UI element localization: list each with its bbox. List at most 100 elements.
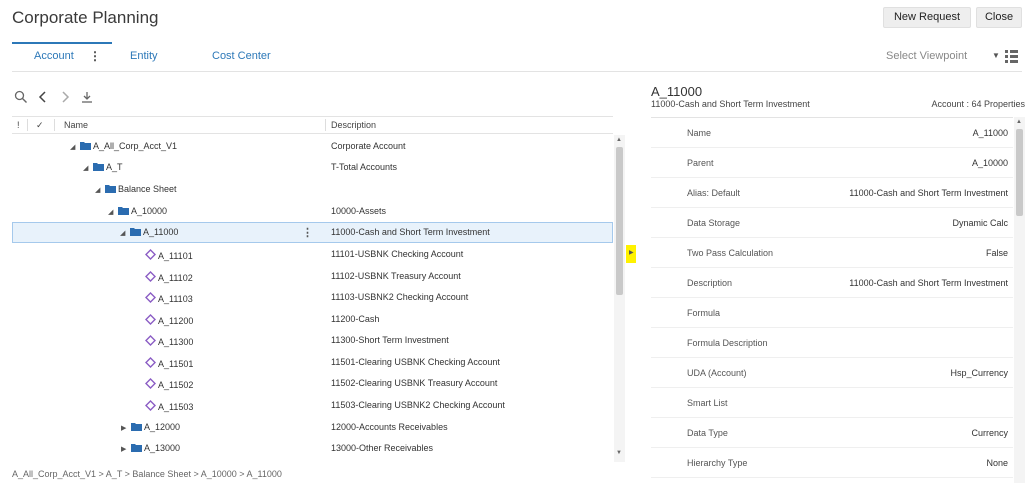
table-row[interactable]: A_11101 11101-USBNK Checking Account — [12, 244, 613, 265]
row-description: T-Total Accounts — [331, 162, 398, 172]
property-row[interactable]: Hierarchy Type None — [651, 448, 1013, 478]
property-row[interactable]: Parent A_10000 — [651, 148, 1013, 178]
chevron-right-icon[interactable]: ▶ — [629, 249, 634, 256]
table-row[interactable]: A_11300 11300-Short Term Investment — [12, 330, 613, 351]
column-divider — [54, 119, 55, 131]
tab-account[interactable]: Account — [34, 50, 74, 62]
property-value: 11000-Cash and Short Term Investment — [849, 188, 1008, 198]
row-menu-icon[interactable]: ⋮ — [302, 226, 313, 239]
folder-icon — [130, 228, 141, 236]
property-label: Formula — [687, 308, 721, 318]
close-button[interactable]: Close — [976, 7, 1022, 28]
row-description: 11101-USBNK Checking Account — [331, 249, 464, 259]
tab-cost-center[interactable]: Cost Center — [212, 50, 271, 62]
table-row[interactable]: ◢ Balance Sheet — [12, 179, 613, 200]
new-request-button[interactable]: New Request — [883, 7, 971, 28]
grid-view-icon[interactable] — [1005, 50, 1018, 63]
collapse-toggle-icon[interactable]: ▶ — [121, 424, 131, 432]
property-label: Smart List — [687, 398, 728, 408]
row-description: 11000-Cash and Short Term Investment — [331, 227, 490, 237]
forward-icon[interactable] — [58, 90, 72, 104]
property-label: Two Pass Calculation — [687, 248, 774, 258]
property-row[interactable]: Description 11000-Cash and Short Term Inv… — [651, 268, 1013, 298]
table-row[interactable]: ▶ A_12000 12000-Accounts Receivables — [12, 417, 613, 438]
row-description: 11102-USBNK Treasury Account — [331, 271, 461, 281]
member-icon — [145, 292, 156, 303]
name-column-header[interactable]: Name — [64, 120, 88, 130]
download-icon[interactable] — [80, 90, 94, 104]
row-name: A_11000 — [143, 227, 179, 237]
property-value: False — [985, 248, 1008, 258]
expand-toggle-icon[interactable]: ◢ — [70, 143, 80, 151]
expand-toggle-icon[interactable]: ◢ — [108, 208, 118, 216]
table-row[interactable]: ◢ A_10000 10000-Assets — [12, 201, 613, 222]
scroll-up-icon[interactable]: ▲ — [1016, 119, 1022, 125]
table-row[interactable]: ▶ A_13000 13000-Other Receivables — [12, 438, 613, 459]
tab-menu-icon[interactable]: ⋮ — [89, 49, 101, 63]
folder-icon — [131, 423, 142, 431]
folder-icon — [80, 142, 91, 150]
row-description: 11103-USBNK2 Checking Account — [331, 292, 469, 302]
property-label: Parent — [687, 158, 714, 168]
folder-icon — [93, 163, 104, 171]
member-icon — [145, 378, 156, 389]
expand-toggle-icon[interactable]: ◢ — [120, 229, 130, 237]
table-row[interactable]: A_11501 11501-Clearing USBNK Checking Ac… — [12, 352, 613, 373]
property-row[interactable]: Name A_11000 — [651, 118, 1013, 148]
grid-scrollbar[interactable]: ▲ ▼ — [614, 135, 625, 462]
property-row[interactable]: Smart List — [651, 388, 1013, 418]
property-label: Description — [687, 278, 733, 288]
table-row[interactable]: A_11503 11503-Clearing USBNK2 Checking A… — [12, 395, 613, 416]
scroll-up-icon[interactable]: ▲ — [616, 137, 622, 143]
panel-splitter[interactable]: ▶ — [626, 245, 636, 263]
check-column-header[interactable]: ✓ — [36, 120, 44, 131]
viewpoint-select[interactable]: Select Viewpoint — [886, 50, 967, 62]
property-row[interactable]: Data Storage Dynamic Calc — [651, 208, 1013, 238]
column-divider — [27, 119, 28, 131]
table-row[interactable]: A_11102 11102-USBNK Treasury Account — [12, 266, 613, 287]
property-value: Hsp_Currency — [950, 368, 1008, 378]
property-row[interactable]: Formula — [651, 298, 1013, 328]
row-description: 11502-Clearing USBNK Treasury Account — [331, 378, 498, 388]
property-value: 11000-Cash and Short Term Investment — [849, 278, 1008, 288]
property-row[interactable]: UDA (Account) Hsp_Currency — [651, 358, 1013, 388]
expand-toggle-icon[interactable]: ◢ — [95, 186, 105, 194]
chevron-down-icon[interactable]: ▼ — [992, 51, 1000, 60]
property-row[interactable]: Alias: Default 11000-Cash and Short Term … — [651, 178, 1013, 208]
property-value: Currency — [971, 428, 1008, 438]
property-row[interactable]: Two Pass Calculation False — [651, 238, 1013, 268]
property-label: Hierarchy Type — [687, 458, 748, 468]
property-value: A_10000 — [971, 158, 1008, 168]
property-label: Alias: Default — [687, 188, 741, 198]
property-row[interactable]: Formula Description — [651, 328, 1013, 358]
search-icon[interactable] — [14, 90, 28, 104]
table-row[interactable]: A_11502 11502-Clearing USBNK Treasury Ac… — [12, 373, 613, 394]
scroll-down-icon[interactable]: ▼ — [616, 450, 622, 456]
row-name: Balance Sheet — [118, 184, 177, 194]
table-row[interactable]: ◢ A_T T-Total Accounts — [12, 157, 613, 178]
expand-toggle-icon[interactable]: ◢ — [83, 164, 93, 172]
properties-scrollbar[interactable]: ▲ — [1014, 117, 1025, 483]
scrollbar-thumb[interactable] — [1016, 129, 1023, 216]
table-row-selected[interactable]: ◢ A_11000 ⋮ 11000-Cash and Short Term Inv… — [12, 222, 613, 243]
breadcrumb: A_All_Corp_Acct_V1 > A_T > Balance Sheet… — [12, 469, 282, 479]
property-label: Formula Description — [687, 338, 768, 348]
back-icon[interactable] — [36, 90, 50, 104]
table-row[interactable]: A_11200 11200-Cash — [12, 309, 613, 330]
column-divider — [325, 119, 326, 131]
flag-column-header[interactable]: ! — [17, 120, 20, 130]
row-description: Corporate Account — [331, 141, 406, 151]
collapse-toggle-icon[interactable]: ▶ — [121, 445, 131, 453]
property-row[interactable]: Data Type Currency — [651, 418, 1013, 448]
description-column-header[interactable]: Description — [331, 120, 376, 130]
table-row[interactable]: ◢ A_All_Corp_Acct_V1 Corporate Account — [12, 136, 613, 157]
row-name: A_11300 — [158, 337, 194, 347]
properties-list: Name A_11000 Parent A_10000 Alias: Default… — [651, 117, 1013, 483]
property-label: UDA (Account) — [687, 368, 747, 378]
row-description: 11503-Clearing USBNK2 Checking Account — [331, 400, 505, 410]
table-row[interactable]: A_11103 11103-USBNK2 Checking Account — [12, 287, 613, 308]
property-label: Data Type — [687, 428, 728, 438]
scrollbar-thumb[interactable] — [616, 147, 623, 295]
property-label: Name — [687, 128, 712, 138]
tab-entity[interactable]: Entity — [130, 50, 158, 62]
